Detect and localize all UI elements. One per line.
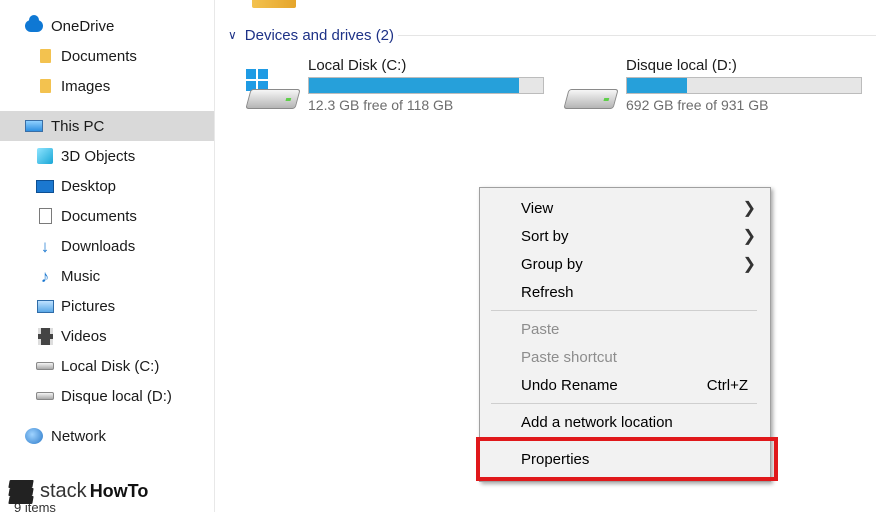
sidebar-item-pictures[interactable]: Pictures bbox=[0, 291, 214, 321]
menu-item-sort-by[interactable]: Sort by ❯ bbox=[480, 222, 770, 250]
drive-tile-d[interactable]: Disque local (D:) 692 GB free of 931 GB bbox=[562, 57, 867, 117]
sidebar-item-label: Documents bbox=[61, 207, 137, 225]
sidebar-item-label: Music bbox=[61, 267, 101, 285]
videos-icon bbox=[36, 327, 54, 345]
menu-item-label: Add a network location bbox=[521, 413, 673, 431]
pictures-icon bbox=[36, 297, 54, 315]
network-icon bbox=[25, 427, 43, 445]
watermark-text-howto: HowTo bbox=[89, 480, 149, 501]
3d-objects-icon bbox=[36, 147, 54, 165]
menu-item-undo-rename[interactable]: Undo Rename Ctrl+Z bbox=[480, 371, 770, 399]
group-divider bbox=[398, 35, 876, 36]
sidebar-item-label: Disque local (D:) bbox=[61, 387, 172, 405]
menu-item-refresh[interactable]: Refresh bbox=[480, 278, 770, 306]
menu-separator bbox=[491, 403, 757, 404]
chevron-down-icon: ∨ bbox=[228, 28, 237, 42]
menu-item-label: Sort by bbox=[521, 227, 569, 245]
drive-usage-bar bbox=[626, 77, 862, 94]
properties-highlight-box bbox=[476, 437, 778, 481]
menu-item-paste-shortcut: Paste shortcut bbox=[480, 343, 770, 371]
sidebar-item-images[interactable]: Images bbox=[0, 71, 214, 101]
sidebar-item-3d-objects[interactable]: 3D Objects bbox=[0, 141, 214, 171]
windows-logo-icon bbox=[246, 69, 268, 91]
drive-icon bbox=[36, 387, 54, 405]
chevron-right-icon: ❯ bbox=[742, 256, 756, 273]
drive-name: Disque local (D:) bbox=[626, 57, 737, 74]
sidebar-item-videos[interactable]: Videos bbox=[0, 321, 214, 351]
partial-folder-icon bbox=[252, 0, 296, 8]
menu-item-label: Undo Rename bbox=[521, 376, 618, 394]
drive-icon bbox=[36, 357, 54, 375]
menu-item-paste: Paste bbox=[480, 315, 770, 343]
sidebar-item-network[interactable]: Network bbox=[0, 421, 214, 451]
sidebar-item-label: Documents bbox=[61, 47, 137, 65]
menu-item-label: View bbox=[521, 199, 554, 217]
sidebar-item-label: Local Disk (C:) bbox=[61, 357, 160, 375]
menu-item-group-by[interactable]: Group by ❯ bbox=[480, 250, 770, 278]
sidebar-item-label: 3D Objects bbox=[61, 147, 136, 165]
downloads-icon: ↓ bbox=[40, 236, 50, 256]
hard-drive-icon bbox=[562, 71, 619, 111]
menu-item-shortcut: Ctrl+Z bbox=[706, 376, 748, 394]
sidebar-item-downloads[interactable]: ↓ Downloads bbox=[0, 231, 214, 261]
sidebar-item-desktop[interactable]: Desktop bbox=[0, 171, 214, 201]
menu-item-label: Paste shortcut bbox=[521, 348, 617, 366]
menu-item-label: Paste bbox=[521, 320, 560, 338]
chevron-right-icon: ❯ bbox=[742, 200, 756, 217]
menu-item-label: Refresh bbox=[521, 283, 574, 301]
windows-drive-icon bbox=[244, 69, 301, 111]
sidebar-item-label: Pictures bbox=[61, 297, 116, 315]
stack-logo-icon bbox=[8, 478, 34, 504]
sidebar-item-label: Images bbox=[61, 77, 111, 95]
sidebar-item-onedrive[interactable]: OneDrive bbox=[0, 11, 214, 41]
sidebar-item-documents[interactable]: Documents bbox=[0, 201, 214, 231]
sidebar-item-this-pc[interactable]: This PC bbox=[0, 111, 214, 141]
sidebar-item-label: Videos bbox=[61, 327, 107, 345]
drive-usage-fill bbox=[627, 78, 688, 93]
sidebar-item-label: This PC bbox=[51, 117, 105, 135]
music-icon: ♪ bbox=[40, 266, 50, 286]
group-header-label: Devices and drives (2) bbox=[244, 26, 395, 44]
this-pc-icon bbox=[25, 117, 43, 135]
folder-icon bbox=[36, 47, 54, 65]
sidebar-item-label: OneDrive bbox=[51, 17, 115, 35]
menu-item-view[interactable]: View ❯ bbox=[480, 194, 770, 222]
folder-icon bbox=[36, 77, 54, 95]
drive-name: Local Disk (C:) bbox=[308, 57, 407, 74]
drive-usage-bar bbox=[308, 77, 544, 94]
drive-tile-c[interactable]: Local Disk (C:) 12.3 GB free of 118 GB bbox=[244, 57, 549, 117]
menu-separator bbox=[491, 310, 757, 311]
devices-and-drives-group-header[interactable]: ∨ Devices and drives (2) bbox=[228, 26, 394, 44]
sidebar-item-local-disk-c[interactable]: Local Disk (C:) bbox=[0, 351, 214, 381]
watermark-text-stack: stack bbox=[40, 479, 87, 502]
onedrive-cloud-icon bbox=[25, 15, 43, 35]
sidebar-item-label: Desktop bbox=[61, 177, 117, 195]
menu-item-label: Group by bbox=[521, 255, 583, 273]
drive-usage-fill bbox=[309, 78, 519, 93]
chevron-right-icon: ❯ bbox=[742, 228, 756, 245]
sidebar-item-onedrive-documents[interactable]: Documents bbox=[0, 41, 214, 71]
documents-icon bbox=[36, 207, 54, 225]
navigation-pane: OneDrive Documents Images This PC 3D Obj… bbox=[0, 0, 215, 512]
sidebar-item-label: Network bbox=[51, 427, 107, 445]
sidebar-item-label: Downloads bbox=[61, 237, 136, 255]
drive-free-space: 692 GB free of 931 GB bbox=[626, 97, 769, 113]
menu-item-add-network-location[interactable]: Add a network location bbox=[480, 408, 770, 436]
sidebar-item-music[interactable]: ♪ Music bbox=[0, 261, 214, 291]
stackhowto-watermark: stack HowTo bbox=[8, 478, 148, 504]
desktop-icon bbox=[36, 177, 54, 195]
drive-free-space: 12.3 GB free of 118 GB bbox=[308, 97, 454, 113]
sidebar-item-disque-local-d[interactable]: Disque local (D:) bbox=[0, 381, 214, 411]
